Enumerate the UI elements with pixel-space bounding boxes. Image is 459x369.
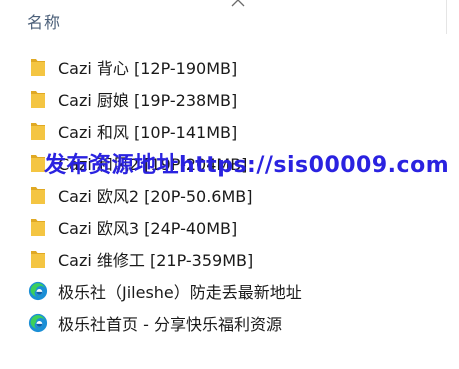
- list-item-link[interactable]: 极乐社首页 - 分享快乐福利资源: [22, 308, 442, 338]
- folder-icon: [28, 153, 48, 173]
- item-label: Cazi 维修工 [21P-359MB]: [58, 251, 254, 270]
- edge-icon: [28, 281, 48, 301]
- item-label: Cazi 背心 [12P-190MB]: [58, 59, 238, 78]
- item-label: 极乐社（Jileshe）防走丢最新地址: [58, 283, 302, 302]
- list-item-link[interactable]: 极乐社（Jileshe）防走丢最新地址: [22, 276, 442, 306]
- item-label: Cazi 和风2 [19P-204MB]: [58, 155, 248, 174]
- folder-icon: [28, 185, 48, 205]
- item-label: Cazi 厨娘 [19P-238MB]: [58, 91, 238, 110]
- item-label: 极乐社首页 - 分享快乐福利资源: [58, 315, 282, 334]
- folder-icon: [28, 249, 48, 269]
- list-item-folder[interactable]: Cazi 背心 [12P-190MB]: [22, 52, 442, 82]
- sort-caret-icon[interactable]: [231, 0, 245, 8]
- name-column-header[interactable]: 名称: [27, 9, 61, 33]
- item-label: Cazi 欧风3 [24P-40MB]: [58, 219, 238, 238]
- list-item-folder[interactable]: Cazi 欧风3 [24P-40MB]: [22, 212, 442, 242]
- column-divider[interactable]: [446, 0, 447, 34]
- folder-icon: [28, 89, 48, 109]
- list-item-folder[interactable]: Cazi 维修工 [21P-359MB]: [22, 244, 442, 274]
- list-item-folder[interactable]: Cazi 厨娘 [19P-238MB]: [22, 84, 442, 114]
- item-label: Cazi 欧风2 [20P-50.6MB]: [58, 187, 253, 206]
- folder-icon: [28, 121, 48, 141]
- column-header: 名称: [0, 0, 459, 38]
- list-item-folder[interactable]: Cazi 和风2 [19P-204MB]: [22, 148, 442, 178]
- folder-icon: [28, 217, 48, 237]
- item-label: Cazi 和风 [10P-141MB]: [58, 123, 238, 142]
- folder-icon: [28, 57, 48, 77]
- edge-icon: [28, 313, 48, 333]
- file-explorer-window: 名称 Cazi 背心 [12P-190MB] Cazi 厨娘 [19P-238M…: [0, 0, 459, 369]
- list-item-folder[interactable]: Cazi 和风 [10P-141MB]: [22, 116, 442, 146]
- list-item-folder[interactable]: Cazi 欧风2 [20P-50.6MB]: [22, 180, 442, 210]
